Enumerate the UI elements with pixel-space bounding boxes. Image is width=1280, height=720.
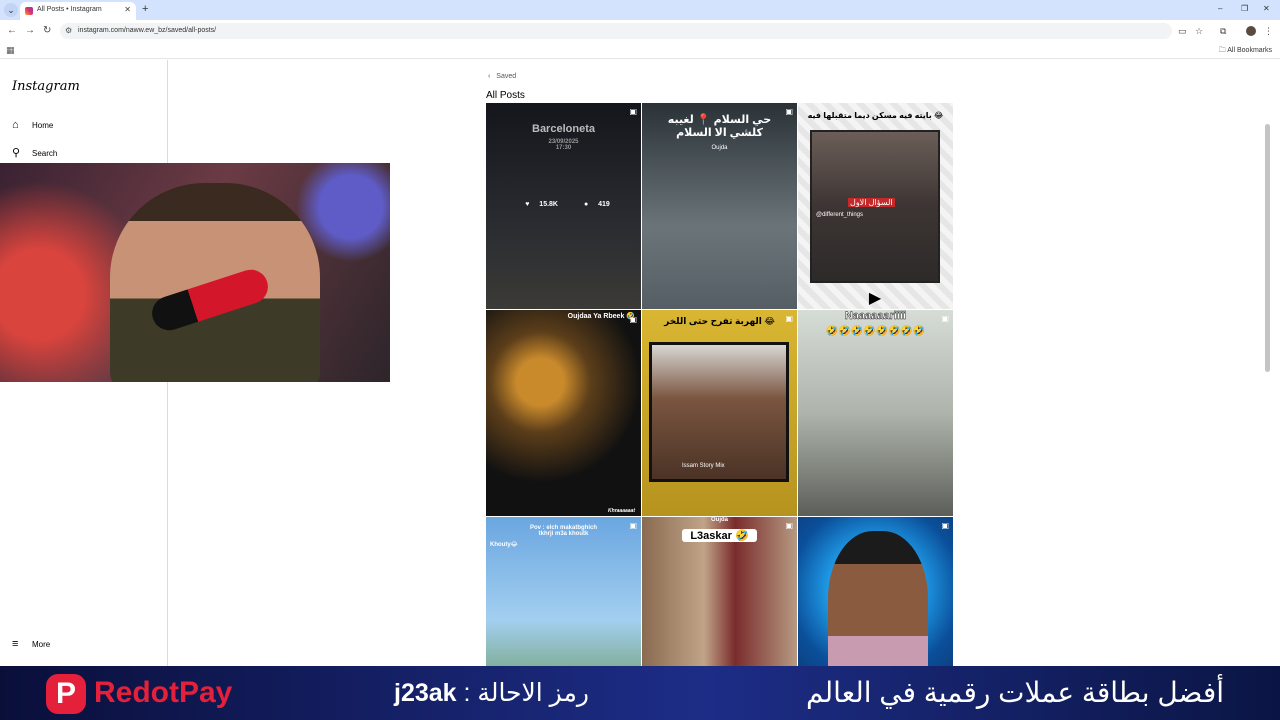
post-caption: الهربة تفرح حتى اللخر 😂 xyxy=(664,316,775,326)
extensions-icon[interactable]: ⧉ xyxy=(1220,26,1226,36)
instagram-logo[interactable]: Instagram xyxy=(12,79,80,94)
post-subtitle: 23/09/2025 17:30 xyxy=(548,139,579,151)
sponsor-brand: RedotPay xyxy=(94,676,233,709)
redotpay-logo-icon: P xyxy=(46,674,86,714)
screen: ⌄ All Posts • Instagram ✕ + – ❐ ✕ ← → ↻ … xyxy=(0,0,1280,720)
tab-title: All Posts • Instagram xyxy=(37,6,102,13)
site-info-icon[interactable]: ⚙ xyxy=(65,26,72,35)
post-caption: Naaaaaariiii xyxy=(844,310,907,322)
post-caption: Pov : elch makatbghich tkhrji m3a khoutk xyxy=(529,525,598,537)
hamburger-menu-icon: ≡ xyxy=(12,638,19,650)
sidebar-item-label: More xyxy=(32,640,51,649)
referral-label: : رمز الاحالة xyxy=(463,679,589,707)
post-caption: حي السلام 📍 لغيبه كلشي الا السلام xyxy=(667,114,772,139)
referral-code-text: j23ak : رمز الاحالة xyxy=(394,678,589,708)
comment-icon: ● xyxy=(583,201,589,208)
tab-search-icon[interactable]: ⌄ xyxy=(4,3,18,17)
restore-icon[interactable]: ❐ xyxy=(1241,4,1248,13)
reel-icon: ▣ xyxy=(785,521,793,530)
menu-dots-icon[interactable]: ⋮ xyxy=(1264,26,1273,36)
post-subtitle: Issam Story Mix xyxy=(682,463,725,469)
post-inner-photo: Issam Story Mix xyxy=(649,342,789,482)
reel-icon: ▣ xyxy=(941,521,949,530)
reel-icon: ▣ xyxy=(785,107,793,116)
post-subtitle: Oujda xyxy=(711,145,728,151)
reel-icon: ▣ xyxy=(629,107,637,116)
play-icon: ▶ xyxy=(868,290,882,307)
tab-close-icon[interactable]: ✕ xyxy=(124,5,131,14)
instagram-favicon-icon xyxy=(25,7,33,15)
search-icon: ⚲ xyxy=(12,147,21,159)
page-title: All Posts xyxy=(486,90,525,101)
browser-tab-bar: ⌄ All Posts • Instagram ✕ + – ❐ ✕ xyxy=(0,0,1280,20)
post-caption: بايته فيه مسكن ديما متقبلها فيه 😂 xyxy=(807,111,944,120)
page-scrollbar[interactable] xyxy=(1265,124,1270,372)
post-subtitle: Khraaaaaat xyxy=(608,508,635,514)
referral-code: j23ak xyxy=(394,679,457,707)
sponsor-slogan: أفضل بطاقة عملات رقمية في العالم xyxy=(806,677,1224,708)
heart-icon: ♥ xyxy=(525,201,530,208)
post-subtitle: Khouty😂 xyxy=(490,542,518,548)
comment-count: 419 xyxy=(598,201,610,208)
apps-grid-icon[interactable]: ▦ xyxy=(6,45,15,56)
post-inner-photo xyxy=(828,531,928,666)
post-tile[interactable]: Pov : elch makatbghich tkhrji m3a khoutk… xyxy=(486,517,641,666)
post-subtitle: Oujda xyxy=(710,517,728,523)
post-tile[interactable]: الهربة تفرح حتى اللخر 😂 Issam Story Mix … xyxy=(642,310,797,516)
home-icon: ⌂ xyxy=(12,119,19,131)
all-bookmarks-link[interactable]: 🗀 All Bookmarks xyxy=(1219,46,1272,57)
post-subtitle: 🤣🤣🤣🤣🤣🤣🤣🤣 xyxy=(825,326,926,337)
back-label: Saved xyxy=(496,73,517,80)
forward-arrow-icon[interactable]: → xyxy=(25,25,35,37)
post-tile[interactable]: بايته فيه مسكن ديما متقبلها فيه 😂 السؤال… xyxy=(798,103,953,309)
post-caption: Oujdaa Ya Rbeek 🤣 xyxy=(567,313,635,320)
url-text: instagram.com/naww.ew_bz/saved/all-posts… xyxy=(78,27,217,34)
bookmarks-bar: ▦ 🗀 All Bookmarks xyxy=(0,42,1280,59)
posts-grid: Barceloneta 23/09/2025 17:30 ♥ 15.8K ● 4… xyxy=(486,103,954,666)
cast-icon[interactable]: ▭ xyxy=(1178,26,1187,36)
window-close-icon[interactable]: ✕ xyxy=(1263,4,1270,13)
post-inner-photo: السؤال الاول @different_things xyxy=(810,130,940,283)
new-tab-icon[interactable]: + xyxy=(142,3,148,15)
sponsor-banner: P RedotPay j23ak : رمز الاحالة أفضل بطاق… xyxy=(0,666,1280,720)
webcam-overlay xyxy=(0,163,390,382)
sidebar-item-label: Home xyxy=(32,121,54,130)
sidebar-item-label: Search xyxy=(32,149,58,158)
post-tile[interactable]: Oujda L3askar 🤣 ▣ xyxy=(642,517,797,666)
address-bar[interactable]: ⚙ instagram.com/naww.ew_bz/saved/all-pos… xyxy=(60,23,1172,39)
browser-tab[interactable]: All Posts • Instagram ✕ xyxy=(20,2,136,20)
minimize-icon[interactable]: – xyxy=(1218,4,1222,13)
like-count: 15.8K xyxy=(539,201,558,208)
bookmark-star-icon[interactable]: ☆ xyxy=(1195,26,1203,36)
chevron-left-icon: ‹ xyxy=(488,73,491,80)
post-tile[interactable]: Barceloneta 23/09/2025 17:30 ♥ 15.8K ● 4… xyxy=(486,103,641,309)
reel-icon: ▣ xyxy=(629,315,637,324)
post-tile[interactable]: Oujdaa Ya Rbeek 🤣 Khraaaaaat ▣ xyxy=(486,310,641,516)
folder-icon: 🗀 xyxy=(1218,47,1226,54)
profile-avatar[interactable] xyxy=(1246,26,1256,36)
post-tile[interactable]: حي السلام 📍 لغيبه كلشي الا السلام Oujda … xyxy=(642,103,797,309)
post-tag: @different_things xyxy=(816,212,864,218)
back-arrow-icon[interactable]: ← xyxy=(7,25,17,37)
post-caption: L3askar 🤣 xyxy=(682,529,757,542)
reel-icon: ▣ xyxy=(941,314,949,323)
post-tile[interactable]: Naaaaaariiii 🤣🤣🤣🤣🤣🤣🤣🤣 ▣ xyxy=(798,310,953,516)
reload-icon[interactable]: ↻ xyxy=(43,25,51,37)
post-tile[interactable]: ▣ xyxy=(798,517,953,666)
post-hover-stats: ♥ 15.8K ● 419 xyxy=(486,201,641,208)
reel-icon: ▣ xyxy=(629,521,637,530)
reel-icon: ▣ xyxy=(785,314,793,323)
browser-toolbar: ← → ↻ ⚙ instagram.com/naww.ew_bz/saved/a… xyxy=(0,20,1280,42)
all-bookmarks-label: All Bookmarks xyxy=(1227,47,1272,54)
back-to-saved-link[interactable]: ‹ Saved xyxy=(488,73,516,80)
post-caption: Barceloneta xyxy=(532,123,595,135)
post-subtitle: السؤال الاول xyxy=(848,198,895,207)
